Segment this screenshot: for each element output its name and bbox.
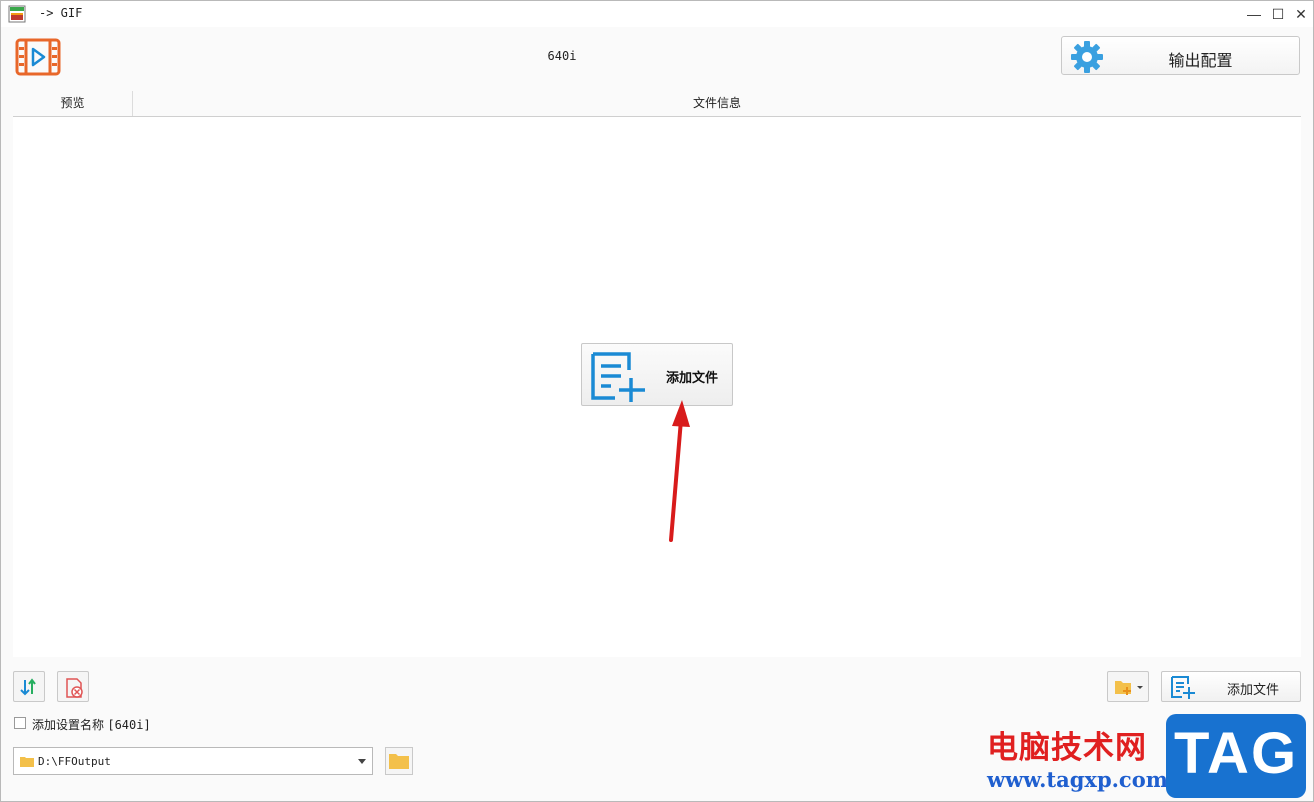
remove-file-icon xyxy=(66,678,83,698)
chevron-down-icon[interactable] xyxy=(358,759,366,764)
remove-all-button[interactable] xyxy=(57,671,89,702)
add-file-icon xyxy=(591,352,645,402)
file-list-header: 预览 文件信息 xyxy=(13,91,1301,117)
output-path-select[interactable]: D:\FFOutput xyxy=(13,747,373,775)
add-preset-name-checkbox[interactable] xyxy=(14,717,26,729)
app-window: -> GIF — ☐ ✕ 640i 输出配置 预览 文件信息 添加文件 添加文件… xyxy=(0,0,1314,802)
title-bar: -> GIF — ☐ ✕ xyxy=(1,1,1313,27)
output-config-button[interactable]: 输出配置 xyxy=(1061,36,1300,75)
column-preview[interactable]: 预览 xyxy=(13,91,133,116)
add-file-label: 添加文件 xyxy=(1226,682,1279,697)
add-preset-name-label: 添加设置名称 [640i] xyxy=(32,718,151,732)
open-folder-icon xyxy=(389,754,409,769)
add-file-center-label: 添加文件 xyxy=(666,370,719,385)
add-folder-button[interactable] xyxy=(1107,671,1149,702)
add-file-center-button[interactable]: 添加文件 xyxy=(581,343,733,406)
header: 640i 输出配置 xyxy=(1,27,1313,89)
output-path-value: D:\FFOutput xyxy=(38,755,111,768)
app-icon xyxy=(8,5,26,23)
output-config-label: 输出配置 xyxy=(1168,53,1233,70)
folder-icon xyxy=(20,757,34,767)
add-file-small-icon xyxy=(1171,676,1195,699)
sort-arrows-icon xyxy=(20,678,36,696)
close-button[interactable]: ✕ xyxy=(1288,1,1313,27)
add-folder-icon xyxy=(1115,681,1143,695)
sort-button[interactable] xyxy=(13,671,45,702)
browse-folder-button[interactable] xyxy=(385,747,413,775)
column-file-info[interactable]: 文件信息 xyxy=(133,91,1301,116)
add-file-button[interactable]: 添加文件 xyxy=(1161,671,1301,702)
preset-name: 640i xyxy=(547,49,577,63)
gear-icon xyxy=(1071,41,1103,73)
minimize-button[interactable]: — xyxy=(1241,1,1267,27)
window-title: -> GIF xyxy=(39,6,83,20)
